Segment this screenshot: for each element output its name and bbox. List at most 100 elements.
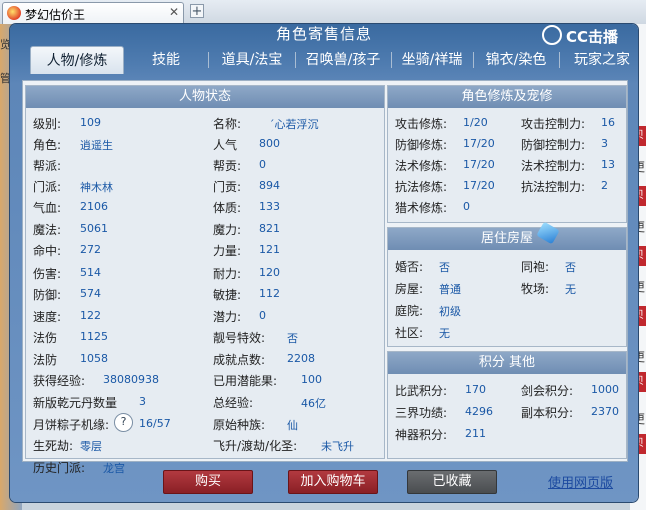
stat-label: 伤害: [33, 267, 62, 281]
cultivation-label: 攻击修炼: [395, 117, 448, 131]
points-label: 副本积分: [521, 406, 574, 420]
house-label: 牧场: [521, 282, 550, 296]
web-version-link[interactable]: 使用网页版 [548, 472, 613, 491]
cultivation-label: 猎术修炼: [395, 201, 448, 215]
new-tab-button[interactable]: + [190, 4, 204, 18]
stat-value: 逍遥生 [80, 139, 113, 152]
add-to-cart-button[interactable]: 加入购物车 [288, 470, 378, 494]
house-value: 普通 [439, 283, 461, 296]
control-label: 法术控制力: [521, 159, 586, 173]
stat-label: 气血: [33, 201, 62, 215]
control-label: 攻击控制力: [521, 117, 586, 131]
role-info-window: 角色寄售信息 CC击播 人物/修炼 技能 道具/法宝 召唤兽/孩子 坐骑/祥瑞 … [10, 24, 638, 502]
house-panel-header: 居住房屋 [388, 228, 626, 250]
points-label: 神器积分: [395, 428, 448, 442]
stat-value: 120 [259, 266, 280, 279]
stat-label: 敏捷: [213, 288, 242, 302]
stat-label: 总经验: [213, 396, 254, 410]
points-value: 2370 [591, 405, 619, 418]
cultivation-label: 抗法修炼: [395, 180, 448, 194]
browser-tab-title: 梦幻估价王 [25, 8, 86, 22]
stat-value: 100 [301, 373, 322, 386]
cultivation-value: 17/20 [463, 158, 495, 171]
stat-label: 名称: [213, 117, 242, 131]
stat-value: 121 [259, 243, 280, 256]
house-value: 否 [439, 261, 450, 274]
stat-value: 109 [80, 116, 101, 129]
stat-value: 1125 [80, 330, 108, 343]
tab-pets[interactable]: 召唤兽/孩子 [296, 46, 390, 74]
cc-live-logo: CC击播 [542, 24, 638, 46]
stat-label: 获得经验: [33, 374, 86, 388]
house-label: 同袍: [521, 260, 550, 274]
stat-label: 法防 [33, 353, 58, 367]
house-value: 初级 [439, 305, 461, 318]
cultivation-label: 法术修炼: [395, 159, 448, 173]
buy-button[interactable]: 购买 [163, 470, 253, 494]
control-value: 16 [601, 116, 615, 129]
stat-label: 力量: [213, 244, 242, 258]
stat-label: 成就点数: [213, 353, 266, 367]
close-tab-icon[interactable]: ✕ [169, 5, 179, 19]
tab-skills[interactable]: 技能 [126, 46, 206, 74]
tab-separator [208, 52, 209, 68]
cultivation-value: 0 [463, 200, 470, 213]
house-value: 无 [565, 283, 576, 296]
stat-value: 零层 [80, 440, 102, 453]
tab-player-home[interactable]: 玩家之家 [560, 46, 644, 74]
cultivation-value: 17/20 [463, 179, 495, 192]
app-logo-icon [7, 6, 21, 20]
control-label: 防御控制力: [521, 138, 586, 152]
stat-value: ´心若浮沉 [269, 118, 319, 131]
stat-label: 新版乾元丹数量 [33, 396, 118, 410]
tab-character[interactable]: 人物/修炼 [30, 46, 124, 74]
stat-label: 人气 [213, 138, 238, 152]
house-label: 社区: [395, 326, 424, 340]
stat-value: 800 [259, 137, 280, 150]
browser-tab[interactable]: 梦幻估价王 ✕ [2, 2, 184, 24]
stat-label: 耐力: [213, 267, 242, 281]
help-icon[interactable]: ? [114, 413, 133, 432]
stat-label: 魔法: [33, 223, 62, 237]
stat-label: 法伤 [33, 331, 58, 345]
stat-label: 月饼粽子机缘: [33, 418, 110, 432]
cultivation-label: 防御修炼: [395, 138, 448, 152]
stat-value: 0 [259, 158, 266, 171]
stat-value: 未飞升 [321, 440, 354, 453]
stat-label: 生死劫: [33, 439, 74, 453]
stat-value: 3 [139, 395, 146, 408]
points-label: 比武积分: [395, 384, 448, 398]
tab-content: 人物状态 级别: 109 角色: 逍遥生 帮派: 门派: 神木林 气血: 210… [22, 80, 628, 475]
stat-value: 仙 [287, 419, 298, 432]
stat-label: 飞升/渡劫/化圣: [213, 439, 298, 453]
stat-label: 体质: [213, 201, 242, 215]
status-panel-header: 人物状态 [26, 86, 384, 108]
stat-value: 894 [259, 179, 280, 192]
tab-mounts[interactable]: 坐骑/祥瑞 [392, 46, 472, 74]
control-value: 2 [601, 179, 608, 192]
tab-outfits[interactable]: 锦衣/染色 [474, 46, 558, 74]
stat-label: 帮派: [33, 159, 62, 173]
cultivation-panel-header: 角色修炼及宠修 [388, 86, 626, 108]
stat-value: 574 [80, 287, 101, 300]
points-value: 4296 [465, 405, 493, 418]
stat-value: 否 [287, 332, 298, 345]
stat-label: 潜力: [213, 310, 242, 324]
cultivation-value: 1/20 [463, 116, 488, 129]
cc-logo-icon [542, 25, 562, 45]
stat-value: 38080938 [103, 373, 159, 386]
house-label: 婚否: [395, 260, 424, 274]
stat-value: 821 [259, 222, 280, 235]
stat-label: 靓号特效: [213, 331, 266, 345]
stat-value: 112 [259, 287, 280, 300]
stat-value: 2208 [287, 352, 315, 365]
stat-label: 级别: [33, 117, 62, 131]
stat-label: 门贡: [213, 180, 242, 194]
stat-label: 原始种族: [213, 418, 266, 432]
browser-tab-bar: 梦幻估价王 ✕ + [0, 0, 646, 25]
stat-value: 神木林 [80, 181, 113, 194]
action-bar: 购买 加入购物车 已收藏 使用网页版 [22, 462, 626, 498]
favorited-button[interactable]: 已收藏 [407, 470, 497, 494]
stat-value: 2106 [80, 200, 108, 213]
tab-items[interactable]: 道具/法宝 [210, 46, 294, 74]
